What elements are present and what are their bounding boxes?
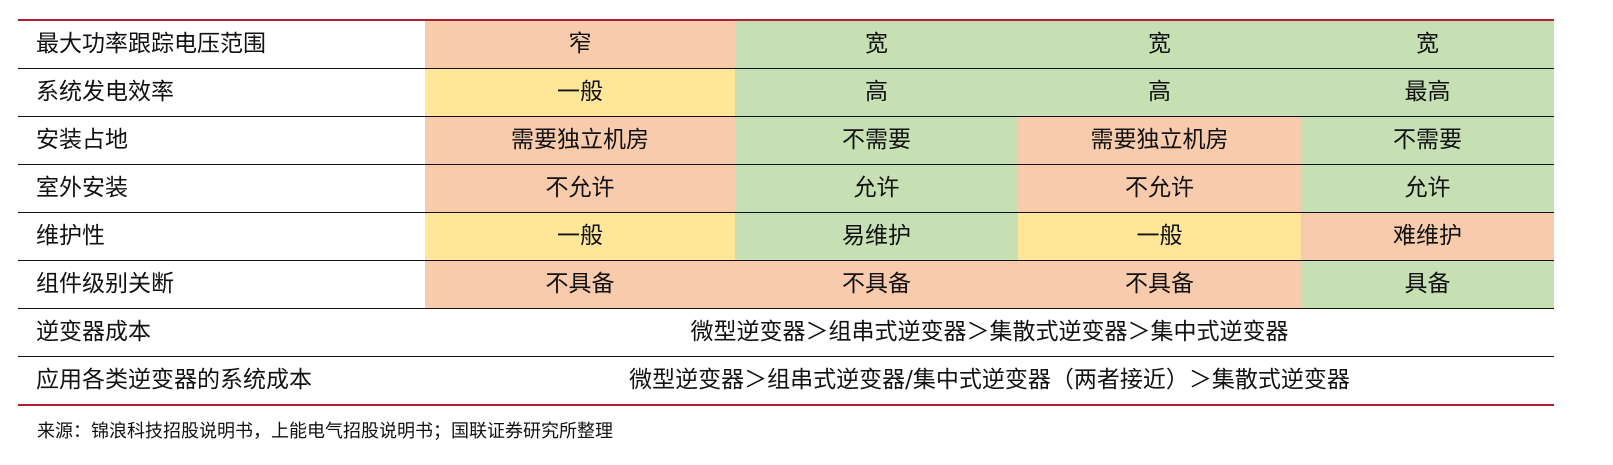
table-cell: 高 <box>735 68 1018 117</box>
row-label: 组件级别关断 <box>18 260 425 309</box>
table-cell: 不允许 <box>1018 164 1301 213</box>
table-cell: 一般 <box>425 212 735 261</box>
table-row: 维护性 一般 易维护 一般 难维护 <box>18 212 1554 261</box>
table-cell: 难维护 <box>1301 212 1554 261</box>
spanning-cell: 微型逆变器＞组串式逆变器/集中式逆变器（两者接近）＞集散式逆变器 <box>425 356 1554 405</box>
table-row: 最大功率跟踪电压范围 窄 宽 宽 宽 <box>18 20 1554 69</box>
row-label: 室外安装 <box>18 164 425 213</box>
table-cell: 不具备 <box>735 260 1018 309</box>
row-label: 维护性 <box>18 212 425 261</box>
source-note: 来源：锦浪科技招股说明书，上能电气招股说明书；国联证券研究所整理 <box>37 421 613 442</box>
table-cell: 宽 <box>1301 20 1554 69</box>
table-cell: 不具备 <box>1018 260 1301 309</box>
table-cell: 高 <box>1018 68 1301 117</box>
table-cell: 窄 <box>425 20 735 69</box>
table-cell: 宽 <box>735 20 1018 69</box>
table-cell: 不允许 <box>425 164 735 213</box>
table-row: 组件级别关断 不具备 不具备 不具备 具备 <box>18 260 1554 309</box>
row-label: 最大功率跟踪电压范围 <box>18 20 425 69</box>
table-cell: 需要独立机房 <box>425 116 735 165</box>
table-cell: 易维护 <box>735 212 1018 261</box>
table-row: 室外安装 不允许 允许 不允许 允许 <box>18 164 1554 213</box>
table-cell: 最高 <box>1301 68 1554 117</box>
table-row: 系统发电效率 一般 高 高 最高 <box>18 68 1554 117</box>
table-cell: 一般 <box>1018 212 1301 261</box>
row-label: 逆变器成本 <box>18 308 425 357</box>
table-cell: 具备 <box>1301 260 1554 309</box>
table-cell: 不需要 <box>735 116 1018 165</box>
row-label: 安装占地 <box>18 116 425 165</box>
table-cell: 不具备 <box>425 260 735 309</box>
table-row: 安装占地 需要独立机房 不需要 需要独立机房 不需要 <box>18 116 1554 165</box>
table-cell: 允许 <box>1301 164 1554 213</box>
table-cell: 不需要 <box>1301 116 1554 165</box>
row-label: 系统发电效率 <box>18 68 425 117</box>
table-cell: 允许 <box>735 164 1018 213</box>
table-cell: 需要独立机房 <box>1018 116 1301 165</box>
table-cell: 宽 <box>1018 20 1301 69</box>
comparison-table-container: 最大功率跟踪电压范围 窄 宽 宽 宽 系统发电效率 一般 高 高 最高 安装占地… <box>18 19 1554 406</box>
comparison-table-body: 最大功率跟踪电压范围 窄 宽 宽 宽 系统发电效率 一般 高 高 最高 安装占地… <box>18 20 1554 405</box>
table-row: 逆变器成本 微型逆变器＞组串式逆变器＞集散式逆变器＞集中式逆变器 <box>18 308 1554 357</box>
spanning-cell: 微型逆变器＞组串式逆变器＞集散式逆变器＞集中式逆变器 <box>425 308 1554 357</box>
inverter-comparison-table: 最大功率跟踪电压范围 窄 宽 宽 宽 系统发电效率 一般 高 高 最高 安装占地… <box>18 19 1554 406</box>
row-label: 应用各类逆变器的系统成本 <box>18 356 425 405</box>
table-row: 应用各类逆变器的系统成本 微型逆变器＞组串式逆变器/集中式逆变器（两者接近）＞集… <box>18 356 1554 405</box>
table-cell: 一般 <box>425 68 735 117</box>
